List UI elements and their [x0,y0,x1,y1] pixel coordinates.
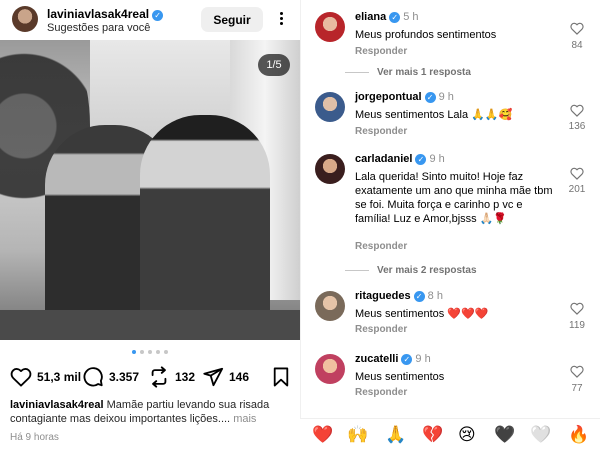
comment-username[interactable]: carladaniel ✓ 9 h [355,153,445,165]
comment-like-count: 136 [568,121,586,132]
comment-like-count: 77 [571,383,583,394]
comment-action[interactable]: 3.357 [82,364,139,390]
carousel-dot [164,350,168,354]
follow-button[interactable]: Seguir [201,7,263,32]
comment-heart-icon[interactable] [569,302,585,320]
verified-badge-icon: ✓ [413,291,425,302]
avatar[interactable] [315,154,345,184]
emoji-white-heart-button[interactable]: 🤍 [530,425,551,445]
comment-time: 9 h [429,153,445,165]
comment-heart-icon[interactable] [569,104,585,122]
caption-username[interactable]: laviniavlasak4real [10,399,104,411]
post-header: laviniavlasak4real ✓ Sugestões para você … [0,0,300,40]
send-icon[interactable] [202,366,224,388]
comment-like-count: 84 [571,40,583,51]
view-more-replies[interactable]: Ver mais 1 resposta [345,67,471,78]
bookmark-icon[interactable] [272,367,290,387]
comment-time: 9 h [438,91,454,103]
comment-like-count: 201 [568,184,586,195]
verified-badge-icon: ✓ [415,154,427,165]
reply-button[interactable]: Responder [355,126,407,137]
avatar[interactable] [315,354,345,384]
post-caption: laviniavlasak4real Mamãe partiu levando … [10,398,295,426]
post-panel: laviniavlasak4real ✓ Sugestões para você … [0,0,300,450]
comment-username[interactable]: eliana ✓ 5 h [355,11,418,23]
emoji-crying-button[interactable]: 😢 [458,425,476,445]
comment-text: Meus sentimentos [355,371,445,383]
verified-badge-icon: ✓ [424,92,436,103]
avatar[interactable] [315,291,345,321]
emoji-fire-button[interactable]: 🔥 [568,425,589,445]
comment-username[interactable]: jorgepontual ✓ 9 h [355,91,454,103]
save-action[interactable] [272,364,290,390]
comment-text: Meus sentimentos Lala 🙏🙏🥰 [355,109,513,121]
post-username-text[interactable]: laviniavlasak4real [47,7,149,21]
comment-text: Meus sentimentos ❤️❤️❤️ [355,308,489,320]
post-username[interactable]: laviniavlasak4real ✓ [47,7,164,21]
comment-icon[interactable] [82,366,104,388]
repost-icon[interactable] [148,366,170,388]
more-options-icon[interactable] [276,10,286,28]
verified-badge-icon: ✓ [152,10,164,21]
emoji-heart-button[interactable]: ❤️ [312,425,333,445]
suggestion-label: Sugestões para você [47,22,151,34]
comment-time: 8 h [427,290,443,302]
post-actions: 51,3 mil 3.357 132 146 [0,364,300,390]
repost-action[interactable]: 132 [148,364,195,390]
emoji-reaction-bar: ❤️ 🙌 🙏 💔 😢 🖤 🤍 🔥 [300,418,600,450]
verified-badge-icon: ✓ [389,12,401,23]
carousel-dot [132,350,136,354]
repost-count[interactable]: 132 [175,370,195,384]
comment-time: 5 h [403,11,419,23]
emoji-black-heart-button[interactable]: 🖤 [494,425,515,445]
comment-username[interactable]: ritaguedes ✓ 8 h [355,290,443,302]
comment-username[interactable]: zucatelli ✓ 9 h [355,353,431,365]
avatar[interactable] [315,12,345,42]
view-more-replies[interactable]: Ver mais 2 respostas [345,265,477,276]
carousel-dot [148,350,152,354]
comment-heart-icon[interactable] [569,22,585,40]
comment-text: Lala querida! Sinto muito! Hoje faz exat… [355,171,553,225]
reply-button[interactable]: Responder [355,46,407,57]
share-action[interactable]: 146 [202,364,249,390]
avatar[interactable] [315,92,345,122]
carousel-dots [0,350,300,354]
post-photo[interactable]: 1/5 [0,40,300,340]
post-timestamp: Há 9 horas [10,432,59,443]
like-count[interactable]: 51,3 mil [37,370,81,384]
carousel-dot [156,350,160,354]
photo-counter: 1/5 [258,54,290,76]
comment-heart-icon[interactable] [569,365,585,383]
emoji-broken-heart-button[interactable]: 💔 [422,425,443,445]
comment-count[interactable]: 3.357 [109,370,139,384]
reply-button[interactable]: Responder [355,387,407,398]
reply-button[interactable]: Responder [355,241,407,252]
reply-button[interactable]: Responder [355,324,407,335]
comment-heart-icon[interactable] [569,167,585,185]
verified-badge-icon: ✓ [401,354,413,365]
emoji-raised-hands-button[interactable]: 🙌 [347,425,368,445]
profile-avatar[interactable] [12,6,38,32]
like-action[interactable]: 51,3 mil [10,364,81,390]
heart-icon[interactable] [10,367,32,387]
comment-like-count: 119 [569,320,585,331]
carousel-dot [140,350,144,354]
comments-panel: eliana ✓ 5 h Meus profundos sentimentos Re… [300,0,600,450]
share-count[interactable]: 146 [229,370,249,384]
comment-time: 9 h [415,353,431,365]
comment-text: Meus profundos sentimentos [355,29,497,41]
caption-more-link[interactable]: mais [233,413,256,425]
emoji-pray-button[interactable]: 🙏 [385,425,406,445]
